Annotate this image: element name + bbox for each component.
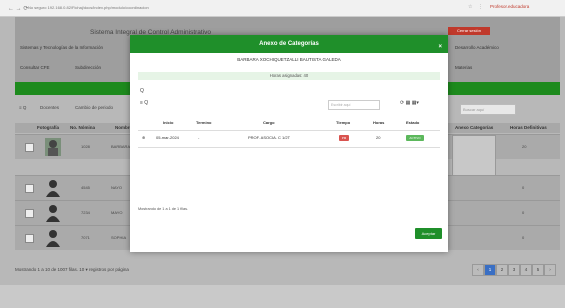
- page-prev-button[interactable]: ‹: [472, 264, 484, 276]
- expand-row-icon[interactable]: ⊕: [142, 135, 145, 140]
- th-fotografia: Fotografía: [37, 125, 59, 130]
- row-name: NAYO: [111, 185, 123, 190]
- menu-item-materias[interactable]: Materias: [455, 65, 472, 70]
- refresh-columns-icons[interactable]: ⟳ ▦ ▦▾: [400, 100, 419, 106]
- user-silhouette-icon: [46, 180, 60, 197]
- row-hours: 20: [522, 144, 527, 149]
- close-icon[interactable]: ×: [438, 38, 442, 56]
- row-name: SOPHIA: [111, 235, 127, 240]
- browser-nav-buttons[interactable]: ← → ⟳: [8, 5, 28, 12]
- menu-kebab-icon[interactable]: ⋮: [478, 4, 483, 10]
- page-bottom-band: [0, 285, 565, 308]
- modal-table-header: Inicio Termino Cargo Tiempo Horas Estado: [138, 119, 440, 127]
- cell-inicio: 05-mar-2024: [156, 135, 179, 140]
- page-4-button[interactable]: 4: [520, 264, 532, 276]
- menu-item-consultar[interactable]: Consultar CFE: [20, 65, 50, 70]
- browser-toolbar: ← → ⟳ No seguro 192.168.0.82/Fichaj/docs…: [0, 0, 565, 17]
- pagination-info: Mostrando 1 a 10 de 1007 filas. 10 ▾ reg…: [15, 267, 129, 272]
- cell-cargo: PROF. ASOCIA. C 1/2T: [248, 135, 291, 140]
- menu-item-sistemas[interactable]: Sistemas y Tecnologías de la Información: [20, 45, 103, 50]
- th-cargo: Cargo: [263, 120, 275, 125]
- toolbar-nav-icons[interactable]: ≡ Q: [19, 105, 26, 110]
- modal-search-input[interactable]: Escribir aquí: [328, 100, 380, 110]
- row-hours: 0: [522, 185, 525, 190]
- cambio-periodo-button[interactable]: Cambio de periodo: [75, 105, 113, 110]
- row-id: 4545: [81, 185, 90, 190]
- menu-item-desarrollo[interactable]: Desarrollo Académico: [455, 45, 499, 50]
- th-tiempo: Tiempo: [336, 120, 351, 125]
- user-silhouette-icon: [46, 205, 60, 222]
- modal-table-row: ⊕ 05-mar-2024 - PROF. ASOCIA. C 1/2T PM …: [138, 130, 440, 148]
- table-search-input[interactable]: Buscar aquí: [460, 104, 516, 115]
- row-checkbox[interactable]: [25, 184, 34, 193]
- cell-horas: 20: [376, 135, 381, 140]
- estado-badge: ACTIVO: [406, 135, 424, 141]
- row-checkbox[interactable]: [25, 143, 34, 152]
- row-id: 7234: [81, 210, 90, 215]
- modal-toolbar: ≡ Q Escribir aquí ⟳ ▦ ▦▾: [138, 99, 440, 111]
- anexo-categorias-modal: Anexo de Categorías × BARBARA XOCHIQUETZ…: [130, 35, 448, 252]
- modal-pagination-info: Mostrando de 1 a 1 de 1 filas.: [138, 207, 189, 211]
- page-next-button[interactable]: ›: [544, 264, 556, 276]
- row-hours: 0: [522, 210, 525, 215]
- page-3-button[interactable]: 3: [508, 264, 520, 276]
- modal-title: Anexo de Categorías: [259, 41, 319, 47]
- bookmark-star-icon[interactable]: ☆: [468, 4, 472, 10]
- row-name: MAYO: [111, 210, 123, 215]
- modal-toolbar-icons[interactable]: ≡ Q: [140, 100, 148, 106]
- profile-user[interactable]: Profesor.educadora: [490, 4, 529, 9]
- docentes-dropdown[interactable]: Docentes: [40, 105, 59, 110]
- row-hours: 0: [522, 235, 525, 240]
- th-horas: Horas Definitivas: [510, 125, 547, 130]
- assigned-hours-banner: Horas asignadas: 40: [138, 72, 440, 80]
- modal-header: Anexo de Categorías ×: [130, 35, 448, 53]
- user-silhouette-icon: [46, 230, 60, 247]
- row-name: BARBARA: [111, 144, 131, 149]
- th-nomina: No. Nómina: [70, 125, 96, 130]
- page-2-button[interactable]: 2: [496, 264, 508, 276]
- th-estado: Estado: [406, 120, 420, 125]
- row-id: 7071: [81, 235, 90, 240]
- th-termino: Termino: [196, 120, 212, 125]
- row-id: 1028: [81, 144, 90, 149]
- photo-avatar: [45, 138, 61, 156]
- th-anexo: Anexo Categorías: [455, 125, 494, 130]
- logout-button[interactable]: Cerrar sesión: [448, 27, 490, 35]
- row-checkbox[interactable]: [25, 234, 34, 243]
- cell-termino: -: [198, 135, 200, 140]
- menu-item-subdireccion[interactable]: Subdirección: [75, 65, 101, 70]
- tiempo-badge: PM: [339, 135, 349, 141]
- accept-button[interactable]: Aceptar: [415, 228, 442, 239]
- page-5-button[interactable]: 5: [532, 264, 544, 276]
- page-1-button[interactable]: 1: [484, 264, 496, 276]
- teacher-name: BARBARA XOCHIQUETZALLI BAUTISTA GALEDA: [237, 57, 341, 62]
- address-bar[interactable]: No seguro 192.168.0.82/Fichaj/docs/index…: [28, 4, 388, 12]
- row-checkbox[interactable]: [25, 209, 34, 218]
- th-horas: Horas: [373, 120, 385, 125]
- search-icon[interactable]: Q: [140, 88, 144, 94]
- th-inicio: Inicio: [163, 120, 174, 125]
